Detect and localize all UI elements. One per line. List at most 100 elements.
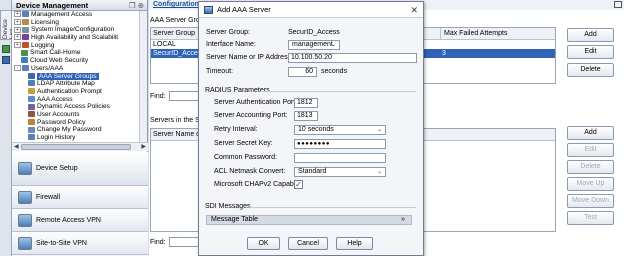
tree-item-label: LDAP Attribute Map xyxy=(37,80,95,88)
group-edit-button[interactable]: Edit xyxy=(567,45,614,59)
bottom-nav-site-to-site-vpn[interactable]: Site-to-Site VPN xyxy=(12,232,148,255)
timeout-input[interactable]: 60 xyxy=(288,67,317,77)
double-chevron-down-icon[interactable]: » xyxy=(401,216,405,224)
acl-netmask-select[interactable]: Standard ⌄ xyxy=(294,167,386,177)
device-list-tab[interactable]: Device List xyxy=(0,10,16,40)
radius-parameters-title: RADIUS Parameters xyxy=(205,87,270,94)
tree-item[interactable]: Password Policy xyxy=(12,119,147,127)
tree-item-icon xyxy=(28,88,35,95)
expand-icon[interactable]: + xyxy=(14,11,21,18)
dialog-title: Add AAA Server xyxy=(217,5,271,14)
tree-item[interactable]: AAA Server Groups xyxy=(12,72,147,81)
tree-item-label: Logging xyxy=(31,41,55,49)
secret-key-label: Server Secret Key: xyxy=(214,140,273,147)
tree-item-icon xyxy=(22,42,29,48)
close-icon[interactable]: ✕ xyxy=(410,2,418,18)
acct-port-label: Server Accounting Port: xyxy=(214,112,288,119)
tree-item-label: Login History xyxy=(37,134,76,141)
interface-name-label: Interface Name: xyxy=(206,41,256,48)
tree-item[interactable]: Authentication Prompt xyxy=(12,88,147,96)
secret-key-input[interactable]: ●●●●●●●● xyxy=(294,139,386,149)
auth-port-input[interactable]: 1812 xyxy=(294,98,318,108)
tree-item[interactable]: Dynamic Access Policies xyxy=(12,103,147,111)
server-edit-button[interactable]: Edit xyxy=(567,143,614,157)
tree-horizontal-scrollbar[interactable]: ◀ ▶ xyxy=(12,142,148,151)
tree-item-label: AAA Access xyxy=(37,95,73,103)
acl-netmask-label: ACL Netmask Convert: xyxy=(214,168,286,175)
expand-icon[interactable]: + xyxy=(14,26,21,33)
server-ip-label: Server Name or IP Address: xyxy=(206,54,294,61)
expand-icon[interactable]: + xyxy=(14,34,21,41)
interface-name-select[interactable]: management ⌄ xyxy=(288,40,340,50)
tree-item-label: Smart Call-Home xyxy=(30,49,81,57)
message-table-label: Message Table xyxy=(211,216,258,223)
help-button[interactable]: Help xyxy=(336,237,373,250)
group-add-button[interactable]: Add xyxy=(567,28,614,42)
tree-item[interactable]: LDAP Attribute Map xyxy=(12,80,147,88)
max-failed-column-header[interactable]: Max Failed Attempts xyxy=(440,28,507,40)
scroll-left-icon[interactable]: ◀ xyxy=(14,143,19,150)
auth-port-label: Server Authentication Port: xyxy=(214,99,298,106)
acct-port-input[interactable]: 1813 xyxy=(294,111,318,121)
tree-item-icon xyxy=(22,65,29,72)
tree-vertical-scrollbar[interactable] xyxy=(139,11,147,142)
server-add-button[interactable]: Add xyxy=(567,126,614,140)
collapse-icon[interactable]: - xyxy=(14,65,21,72)
dialog-app-icon xyxy=(204,6,213,14)
scroll-thumb[interactable] xyxy=(21,144,131,150)
server-test-button[interactable]: Test xyxy=(567,211,614,225)
list-icon[interactable] xyxy=(2,56,10,64)
group-delete-button[interactable]: Delete xyxy=(567,63,614,77)
expand-icon[interactable]: + xyxy=(14,42,21,48)
tree-item-icon xyxy=(28,80,35,87)
tree-item[interactable]: AAA Access xyxy=(12,96,147,104)
tree-item[interactable]: + High Availability and Scalabilit xyxy=(12,34,147,42)
timeout-label: Timeout: xyxy=(206,68,233,75)
tree-item-icon xyxy=(28,95,35,102)
ok-button[interactable]: OK xyxy=(247,237,280,250)
tree-item-icon xyxy=(22,26,29,33)
tree-item[interactable]: + Licensing xyxy=(12,19,147,27)
tree-item[interactable]: - Users/AAA xyxy=(12,65,147,73)
chap-label: Microsoft CHAPv2 Capable: xyxy=(214,181,302,188)
tree-item-label: Management Access xyxy=(31,11,93,18)
bottom-nav-firewall[interactable]: Firewall xyxy=(12,186,148,209)
maximize-icon[interactable] xyxy=(614,1,622,8)
retry-interval-select[interactable]: 10 seconds ⌄ xyxy=(294,125,386,135)
server-group-column-header[interactable]: Server Group xyxy=(153,30,195,37)
bottom-nav-device-setup[interactable]: Device Setup xyxy=(12,152,148,186)
server-move-down-button[interactable]: Move Down xyxy=(567,194,614,208)
tree-item-label: System Image/Configuration xyxy=(31,26,115,34)
tree-item-icon xyxy=(21,49,28,56)
tree-item[interactable]: Cloud Web Security xyxy=(12,57,147,65)
navigation-title: Device Management xyxy=(16,1,89,10)
pin-icon[interactable]: ❐ ⊕ xyxy=(129,0,144,11)
common-password-input[interactable] xyxy=(294,153,386,163)
bookmarks-icon[interactable] xyxy=(2,45,10,53)
tree-item-icon xyxy=(28,118,35,125)
tree-item-icon xyxy=(22,34,29,41)
scroll-right-icon[interactable]: ▶ xyxy=(141,143,146,150)
server-ip-input[interactable]: 10.100.50.20 xyxy=(288,53,417,63)
expand-icon[interactable]: + xyxy=(14,18,21,25)
find-label: Find: xyxy=(150,92,166,100)
server-group-value: SecurID_Access xyxy=(288,29,340,36)
chevron-down-icon: ⌄ xyxy=(330,42,336,48)
tree-item-label: Password Policy xyxy=(37,118,86,126)
tree-item[interactable]: + System Image/Configuration xyxy=(12,26,147,34)
bottom-nav-remote-access-vpn[interactable]: Remote Access VPN xyxy=(12,209,148,232)
server-delete-button[interactable]: Delete xyxy=(567,160,614,174)
tree-item[interactable]: Change My Password xyxy=(12,126,147,134)
timeout-unit: seconds xyxy=(321,68,348,75)
tree-item[interactable]: Smart Call-Home xyxy=(12,49,147,57)
tree-item[interactable]: Login History xyxy=(12,134,147,142)
tree-item[interactable]: + Logging xyxy=(12,42,147,50)
server-move-up-button[interactable]: Move Up xyxy=(567,177,614,191)
cancel-button[interactable]: Cancel xyxy=(288,237,328,250)
tree-item[interactable]: User Accounts xyxy=(12,111,147,119)
message-table-bar[interactable]: Message Table » xyxy=(206,215,412,225)
section-icon xyxy=(18,162,32,175)
tree-item[interactable]: + Management Access xyxy=(12,11,147,19)
tree-item-label: High Availability and Scalabilit xyxy=(31,34,119,42)
chap-checkbox[interactable]: ✓ xyxy=(294,180,303,189)
